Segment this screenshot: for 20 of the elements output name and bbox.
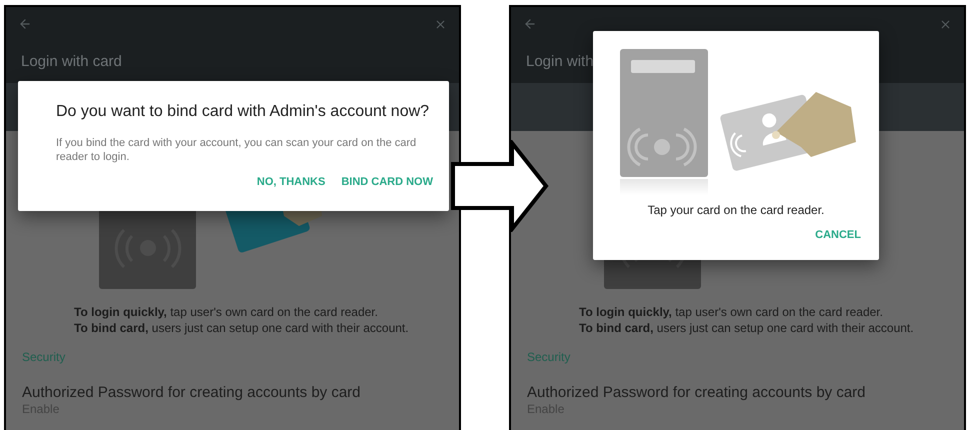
page-title: Login with: [525, 52, 595, 70]
instruction-text: To login quickly, tap user's own card on the card reader.: [74, 305, 379, 319]
back-icon[interactable]: [18, 17, 32, 31]
instruction-text: To bind card, users just can setup one card with their account.: [74, 321, 410, 335]
back-icon[interactable]: [523, 17, 537, 31]
dialog-message: If you bind the card with your account, you can scan your card on the card reader to login.: [56, 136, 418, 164]
page-title: Login with card: [20, 52, 123, 70]
dialog-title: Do you want to bind card with Admin's account now?: [56, 103, 430, 121]
dialog-button[interactable]: CANCEL: [815, 229, 861, 241]
section-header: Security: [526, 349, 572, 364]
instruction-text: To login quickly, tap user's own card on the card reader.: [579, 305, 884, 319]
setting-label[interactable]: Authorized Password for creating accounts by card: [6, 364, 459, 401]
section-header: Security: [21, 349, 66, 364]
dialog-button[interactable]: NO, THANKS: [256, 176, 326, 188]
setting-label[interactable]: Authorized Password for creating accounts by card: [511, 364, 964, 401]
close-icon[interactable]: [939, 18, 952, 30]
instruction-text: To bind card, users just can setup one card with their account.: [579, 321, 915, 335]
dialog-button[interactable]: BIND CARD NOW: [341, 176, 433, 188]
dialog-message: Tap your card on the card reader.: [648, 203, 824, 217]
close-icon[interactable]: [434, 18, 447, 30]
